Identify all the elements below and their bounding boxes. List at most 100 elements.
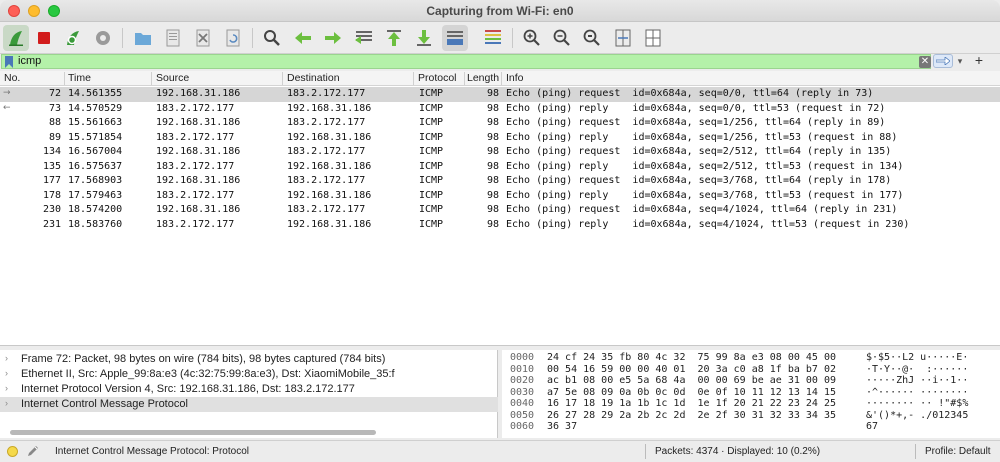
column-header-no[interactable]: No. [4, 72, 20, 84]
zoom-reset-button[interactable] [579, 25, 605, 51]
zoom-out-button[interactable] [549, 25, 575, 51]
capture-options-icon [96, 31, 110, 45]
packet-row[interactable]: 178 17.579463 183.2.172.177 192.168.31.186 I… [0, 189, 1000, 204]
expand-caret-icon[interactable]: › [5, 368, 8, 378]
ascii-line: ·T·Y··@· :······ [866, 363, 969, 375]
column-header-destination[interactable]: Destination [287, 72, 340, 84]
autoscroll-button[interactable] [442, 25, 468, 51]
packet-time: 18.583760 [68, 218, 123, 230]
go-to-packet-button[interactable] [351, 25, 377, 51]
column-header-time[interactable]: Time [68, 72, 91, 84]
start-capture-button[interactable] [3, 25, 29, 51]
expand-caret-icon[interactable]: › [5, 383, 8, 393]
packet-no: 135 [42, 160, 61, 172]
column-header-info[interactable]: Info [506, 72, 524, 84]
hex-line: ac b1 08 00 e5 5a 68 4a 00 00 69 be ae 3… [547, 375, 836, 386]
go-first-button[interactable] [381, 25, 407, 51]
packet-no: 177 [42, 175, 61, 186]
expand-caret-icon[interactable]: › [5, 353, 8, 363]
detail-tree-item[interactable]: › Internet Protocol Version 4, Src: 192.1… [0, 382, 498, 397]
colorize-button[interactable] [480, 25, 506, 51]
bookmark-icon[interactable] [5, 56, 13, 68]
byte-offset: 0030 [510, 386, 535, 398]
stop-capture-button[interactable] [31, 25, 57, 51]
packet-list-header: No. Time Source Destination Protocol Len… [0, 71, 1000, 86]
autoscroll-icon [447, 31, 463, 45]
go-first-icon [387, 30, 401, 46]
packet-row[interactable]: 88 15.561663 192.168.31.186 183.2.172.177 IC… [0, 116, 1000, 131]
byte-offset: 0050 [510, 409, 535, 421]
go-forward-button[interactable] [320, 25, 346, 51]
apply-filter-button[interactable] [933, 54, 953, 68]
packet-destination: 183.2.172.177 [287, 88, 366, 99]
packet-source: 192.168.31.186 [156, 175, 241, 186]
go-last-button[interactable] [411, 25, 437, 51]
clear-filter-button[interactable]: ✕ [919, 56, 931, 68]
layout-button[interactable] [640, 25, 666, 51]
save-file-button[interactable] [160, 25, 186, 51]
packet-row[interactable]: → 72 14.561355 192.168.31.186 183.2.172.177 I… [0, 87, 1000, 102]
find-packet-button[interactable] [259, 25, 285, 51]
detail-tree-item[interactable]: › Internet Control Message Protocol [0, 397, 498, 412]
column-header-source[interactable]: Source [156, 72, 189, 84]
packet-source: 183.2.172.177 [156, 218, 235, 230]
open-file-button[interactable] [130, 25, 156, 51]
packet-row[interactable]: 89 15.571854 183.2.172.177 192.168.31.186 IC… [0, 131, 1000, 146]
packet-length: 98 [486, 88, 499, 99]
packet-row[interactable]: ← 73 14.570529 183.2.172.177 192.168.31.186 I… [0, 102, 1000, 117]
hex-line: 00 54 16 59 00 00 40 01 20 3a c0 a8 1f b… [547, 363, 836, 375]
title-bar: Capturing from Wi-Fi: en0 [0, 0, 1000, 22]
filter-history-dropdown[interactable]: ▾ [955, 55, 965, 67]
packet-protocol: ICMP [419, 146, 444, 157]
profile-status[interactable]: Profile: Default [925, 446, 991, 457]
capture-comment-icon[interactable] [26, 444, 40, 458]
expert-info-indicator[interactable] [7, 446, 18, 457]
arrow-right-icon [936, 57, 950, 65]
byte-ascii-dump: $·$5··L2 u·····E· ·T·Y··@· :······ ·····Zh… [866, 352, 968, 433]
hex-line: 16 17 18 19 1a 1b 1c 1d 1e 1f 20 21 22 2… [547, 398, 836, 409]
resize-columns-button[interactable] [610, 25, 636, 51]
packet-time: 14.561355 [68, 88, 123, 99]
packet-no: 178 [42, 189, 61, 201]
packet-protocol: ICMP [419, 175, 444, 186]
packet-protocol: ICMP [419, 117, 444, 128]
detail-tree-item[interactable]: › Frame 72: Packet, 98 bytes on wire (784… [0, 352, 498, 367]
column-header-length[interactable]: Length [467, 72, 501, 84]
packet-no: 231 [42, 218, 61, 230]
packet-length: 98 [486, 175, 499, 186]
packet-list: No. Time Source Destination Protocol Len… [0, 71, 1000, 346]
byte-offset: 0010 [510, 363, 535, 375]
packet-row[interactable]: 134 16.567004 192.168.31.186 183.2.172.177 I… [0, 145, 1000, 160]
display-filter-input[interactable]: icmp ✕ [1, 54, 931, 69]
restart-capture-button[interactable] [60, 25, 86, 51]
detail-tree-label: Internet Control Message Protocol [21, 398, 188, 410]
expand-caret-icon[interactable]: › [5, 398, 8, 408]
detail-tree-item[interactable]: › Ethernet II, Src: Apple_99:8a:e3 (4c:32… [0, 367, 498, 382]
packet-source: 183.2.172.177 [156, 102, 235, 114]
packet-source: 183.2.172.177 [156, 160, 235, 172]
capture-options-button[interactable] [90, 25, 116, 51]
packet-source: 192.168.31.186 [156, 117, 241, 128]
go-back-button[interactable] [290, 25, 316, 51]
colorize-icon [485, 30, 501, 44]
packet-protocol: ICMP [419, 189, 444, 201]
packet-row[interactable]: 231 18.583760 183.2.172.177 192.168.31.186 I… [0, 218, 1000, 233]
add-filter-button[interactable]: + [972, 53, 986, 67]
packet-protocol: ICMP [419, 204, 444, 215]
zoom-in-button[interactable] [519, 25, 545, 51]
packet-no: 230 [42, 204, 61, 215]
packet-protocol: ICMP [419, 131, 444, 143]
reload-file-icon [226, 29, 240, 47]
close-file-button[interactable] [190, 25, 216, 51]
column-header-protocol[interactable]: Protocol [418, 72, 457, 84]
hex-line: 24 cf 24 35 fb 80 4c 32 75 99 8a e3 08 0… [547, 352, 836, 363]
restart-capture-icon [67, 31, 79, 45]
horizontal-scrollbar[interactable] [10, 430, 376, 435]
packet-destination: 183.2.172.177 [287, 175, 366, 186]
packet-row[interactable]: 177 17.568903 192.168.31.186 183.2.172.177 I… [0, 174, 1000, 189]
packet-no: 73 [48, 102, 61, 114]
packet-row[interactable]: 135 16.575637 183.2.172.177 192.168.31.186 I… [0, 160, 1000, 175]
packet-row[interactable]: 230 18.574200 192.168.31.186 183.2.172.177 I… [0, 203, 1000, 218]
reload-file-button[interactable] [220, 25, 246, 51]
packet-time: 15.561663 [68, 117, 123, 128]
